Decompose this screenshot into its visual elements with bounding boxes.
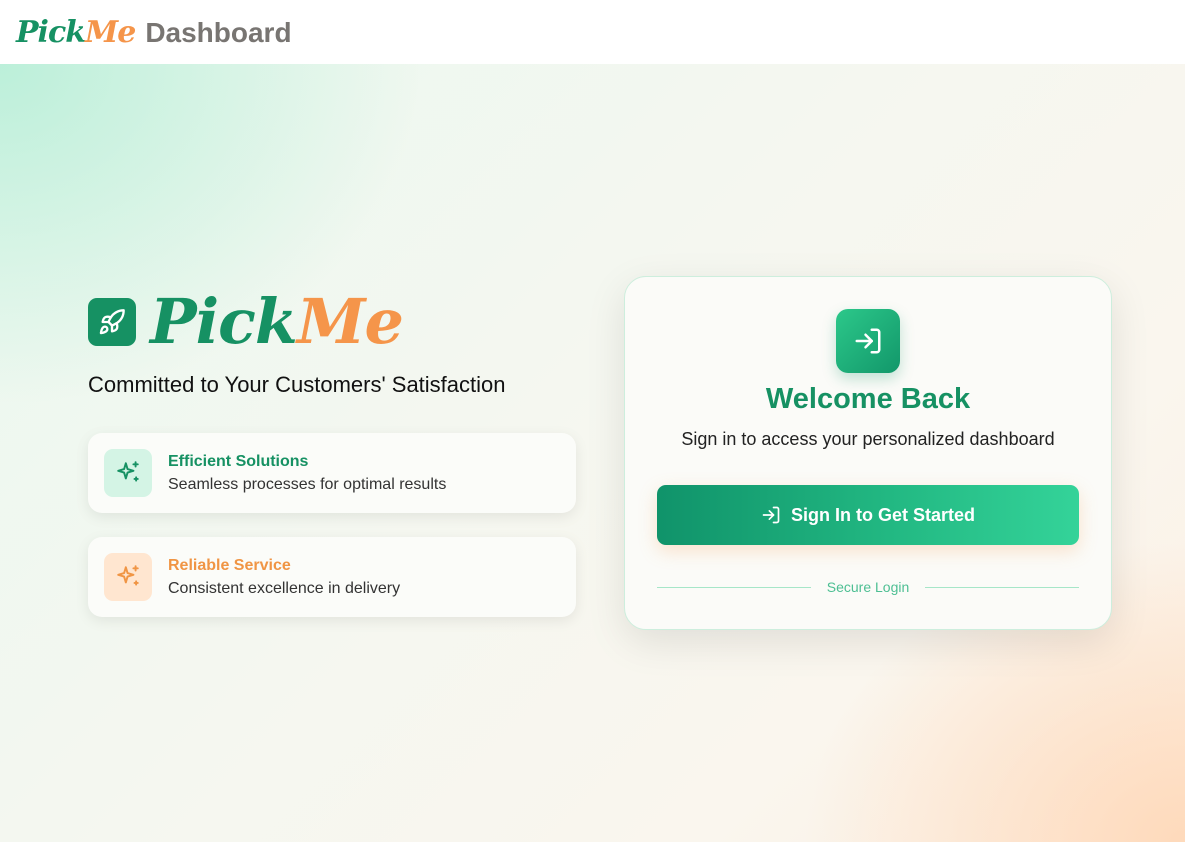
- feature-title: Reliable Service: [168, 556, 291, 574]
- feature-title: Efficient Solutions: [168, 452, 309, 470]
- rocket-icon: [88, 298, 136, 346]
- brand-wordmark: PickMe: [16, 14, 136, 50]
- top-bar: PickMe Dashboard: [0, 0, 1185, 64]
- brand-pick: Pick: [16, 14, 86, 50]
- sparkles-icon: [104, 449, 152, 497]
- hero-brand-pick: Pick: [150, 285, 298, 358]
- brand-me: Me: [85, 14, 136, 50]
- header-logo[interactable]: PickMe Dashboard: [16, 15, 292, 50]
- hero-brand-wordmark: PickMe: [150, 291, 404, 353]
- sparkles-icon: [104, 553, 152, 601]
- hero-logo: PickMe: [88, 286, 576, 358]
- hero-brand-me: Me: [296, 285, 404, 358]
- log-in-icon: [762, 506, 780, 524]
- secure-login-label: Secure Login: [826, 579, 910, 595]
- welcome-title: Welcome Back: [765, 383, 971, 415]
- divider-line: [925, 586, 1080, 588]
- feature-description: Consistent excellence in delivery: [168, 579, 401, 597]
- dashboard-title: Dashboard: [145, 16, 292, 48]
- tagline: Committed to Your Customers' Satisfactio…: [88, 372, 506, 397]
- sign-in-button[interactable]: Sign In to Get Started: [657, 485, 1079, 545]
- feature-card-reliable: Reliable Service Consistent excellence i…: [88, 537, 576, 617]
- feature-card-efficient: Efficient Solutions Seamless processes f…: [88, 433, 576, 513]
- feature-description: Seamless processes for optimal results: [168, 475, 447, 493]
- divider-line: [657, 586, 811, 588]
- brand-panel: PickMe Committed to Your Customers' Sati…: [88, 286, 576, 398]
- welcome-subtitle: Sign in to access your personalized dash…: [681, 429, 1055, 449]
- sign-in-button-label: Sign In to Get Started: [790, 504, 975, 525]
- secure-login-divider: Secure Login: [657, 577, 1080, 597]
- login-card: Welcome Back Sign in to access your pers…: [624, 276, 1112, 630]
- log-in-icon: [836, 309, 900, 373]
